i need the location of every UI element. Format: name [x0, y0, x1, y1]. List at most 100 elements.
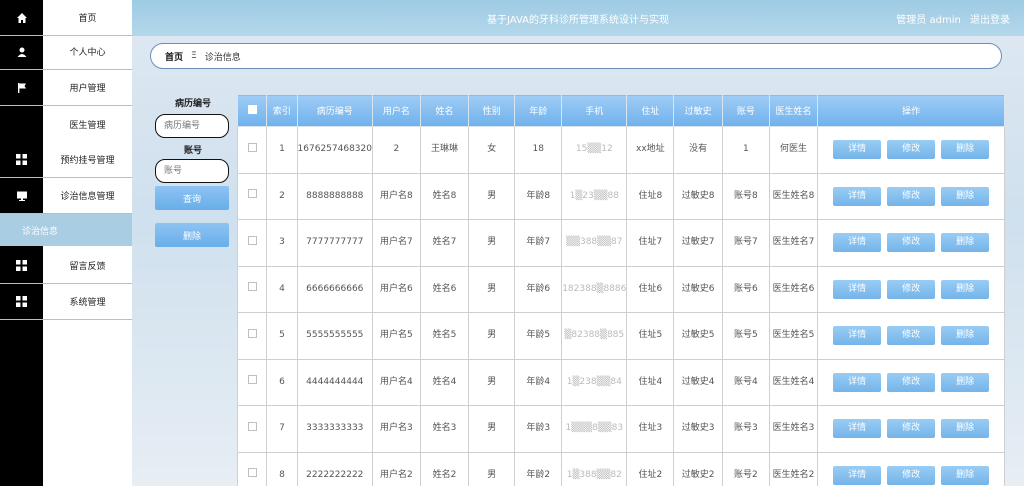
- row-select-cell[interactable]: [236, 358, 268, 406]
- row-select-cell[interactable]: [236, 451, 268, 486]
- detail-button[interactable]: 详情: [833, 233, 882, 253]
- table-cell: 7777777777: [296, 219, 374, 267]
- detail-button[interactable]: 详情: [833, 140, 882, 160]
- edit-button[interactable]: 修改: [887, 140, 936, 160]
- sidebar-item-users[interactable]: 用户管理: [0, 70, 132, 106]
- table-cell: 过敏史8: [673, 172, 723, 220]
- detail-button[interactable]: 详情: [833, 326, 882, 346]
- table-cell: 账号4: [721, 358, 770, 406]
- sidebar-item-home[interactable]: 首页: [0, 0, 132, 36]
- column-header: 手机: [561, 94, 628, 127]
- breadcrumb-separator: Ξ: [191, 51, 197, 61]
- delete-button[interactable]: 删除: [941, 372, 990, 392]
- table-cell: 过敏史4: [673, 358, 723, 406]
- row-actions: 详情 修改 删除: [817, 265, 1005, 313]
- table-body: 1 1676257468320 2 王琳琳女 18 15▒▒12 xx地址 没有 1 何医生 详情修…: [236, 126, 1005, 486]
- table-cell: 医生姓名2: [768, 451, 819, 486]
- table-cell: 年龄2: [514, 451, 563, 486]
- table-cell: 何医生: [768, 126, 819, 174]
- table-cell: 年龄6: [514, 265, 563, 313]
- table-cell: ▒▒388▒▒87: [561, 219, 628, 267]
- sidebar-item-treatment-management[interactable]: 诊治信息管理: [0, 178, 132, 214]
- table-cell: 账号7: [721, 219, 770, 267]
- table-cell: 4444444444: [296, 358, 374, 406]
- table-cell: 年龄5: [514, 312, 563, 360]
- row-checkbox[interactable]: [247, 468, 257, 478]
- row-actions: 详情 修改 删除: [817, 219, 1005, 267]
- detail-button[interactable]: 详情: [833, 465, 882, 485]
- delete-button[interactable]: 删除: [941, 233, 990, 253]
- row-select-cell[interactable]: [236, 405, 268, 453]
- record-no-input[interactable]: [155, 114, 229, 138]
- row-checkbox[interactable]: [247, 235, 257, 245]
- sidebar-item-system[interactable]: 系统管理: [0, 284, 132, 320]
- table-cell: 男: [468, 312, 516, 360]
- column-header: 病历编号: [296, 94, 374, 127]
- column-header: 账号: [721, 94, 770, 127]
- table-cell: 姓名2: [419, 451, 470, 486]
- delete-button[interactable]: 删除: [941, 140, 990, 160]
- edit-button[interactable]: 修改: [887, 419, 936, 439]
- table-cell: 5555555555: [296, 312, 374, 360]
- table-cell: 6: [266, 358, 298, 406]
- table-cell: 过敏史6: [673, 265, 723, 313]
- delete-button[interactable]: 删除: [941, 186, 990, 206]
- record-no-label: 病历编号: [174, 99, 211, 109]
- table-cell: 1▒▒▒8▒▒83: [561, 405, 628, 453]
- detail-button[interactable]: 详情: [833, 372, 882, 392]
- edit-button[interactable]: 修改: [887, 279, 936, 299]
- edit-button[interactable]: 修改: [887, 326, 936, 346]
- delete-button[interactable]: 删除: [941, 279, 990, 299]
- table-cell: 过敏史5: [673, 312, 723, 360]
- detail-button[interactable]: 详情: [833, 419, 882, 439]
- row-checkbox[interactable]: [247, 282, 257, 292]
- breadcrumb-current: 诊治信息: [204, 52, 241, 63]
- table-cell: 账号2: [721, 451, 770, 486]
- row-select-cell[interactable]: [236, 265, 268, 313]
- sidebar-item-treatment-info[interactable]: 诊治信息: [0, 214, 132, 246]
- table-cell: 姓名5: [419, 312, 470, 360]
- delete-button[interactable]: 删除: [941, 326, 990, 346]
- table-cell: 用户名4: [372, 358, 421, 406]
- account-input[interactable]: [155, 159, 229, 183]
- breadcrumb-home[interactable]: 首页: [165, 50, 183, 63]
- row-checkbox[interactable]: [247, 189, 257, 199]
- select-all-checkbox[interactable]: [247, 104, 257, 114]
- select-all-cell[interactable]: [236, 94, 268, 127]
- row-checkbox[interactable]: [247, 328, 257, 338]
- home-icon: [0, 0, 43, 36]
- sidebar-item-label: 诊治信息: [21, 226, 58, 237]
- sidebar-item-profile[interactable]: 个人中心: [0, 34, 132, 70]
- detail-button[interactable]: 详情: [833, 186, 882, 206]
- sidebar-item-appointments[interactable]: 预约挂号管理: [0, 142, 132, 178]
- row-checkbox[interactable]: [247, 142, 257, 152]
- table-cell: 过敏史2: [673, 451, 723, 486]
- row-checkbox[interactable]: [247, 375, 257, 385]
- sidebar-item-feedback[interactable]: 留言反馈: [0, 248, 132, 284]
- row-select-cell[interactable]: [236, 172, 268, 220]
- query-button[interactable]: 查询: [155, 186, 229, 210]
- edit-button[interactable]: 修改: [887, 372, 936, 392]
- table-cell: 1▒23▒▒88: [561, 172, 628, 220]
- row-select-cell[interactable]: [236, 219, 268, 267]
- table-cell: 3333333333: [296, 405, 374, 453]
- row-checkbox[interactable]: [247, 421, 257, 431]
- sidebar-item-doctors[interactable]: 医生管理: [0, 106, 132, 142]
- edit-button[interactable]: 修改: [887, 186, 936, 206]
- row-actions: 详情 修改 删除: [817, 451, 1005, 486]
- edit-button[interactable]: 修改: [887, 465, 936, 485]
- delete-button[interactable]: 删除: [941, 465, 990, 485]
- delete-button[interactable]: 删除: [941, 419, 990, 439]
- edit-button[interactable]: 修改: [887, 233, 936, 253]
- table-cell: 用户名6: [372, 265, 421, 313]
- row-select-cell[interactable]: [236, 312, 268, 360]
- batch-delete-button[interactable]: 删除: [155, 223, 229, 247]
- sidebar-item-label: 诊治信息管理: [60, 192, 115, 202]
- column-header: 操作: [817, 94, 1005, 127]
- sidebar-item-label: 系统管理: [69, 298, 106, 308]
- table-cell: 过敏史3: [673, 405, 723, 453]
- detail-button[interactable]: 详情: [833, 279, 882, 299]
- table-cell: 1: [721, 126, 770, 174]
- logout-link[interactable]: 退出登录: [970, 15, 1010, 26]
- row-select-cell[interactable]: [236, 126, 268, 174]
